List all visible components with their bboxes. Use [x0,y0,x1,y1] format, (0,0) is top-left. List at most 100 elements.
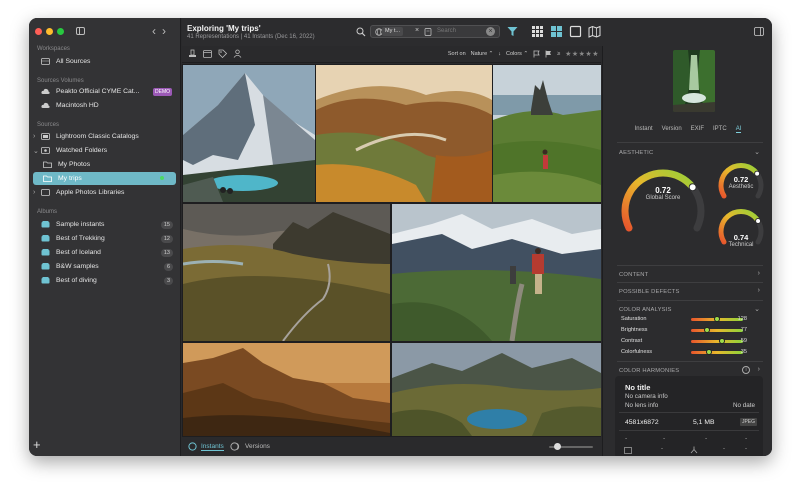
lens-info: No lens info [625,402,659,409]
album-item[interactable]: B&W samples 6 [33,260,176,273]
nav-arrows: ‹› [152,24,172,38]
chevron-right-icon[interactable]: › [33,189,41,196]
sources-volumes-header: Sources Volumes [37,78,84,84]
chevron-right-icon[interactable]: › [758,366,760,373]
tab-versions[interactable]: Versions [245,443,270,450]
search-field[interactable]: My t... × Search × [370,25,500,38]
sidebar-item-lightroom[interactable]: › Lightroom Classic Catalogs [33,130,176,143]
tab-version[interactable]: Version [662,126,682,133]
single-view-icon[interactable] [569,25,582,38]
album-icon [41,277,50,284]
filter-funnel-icon[interactable] [507,26,518,37]
flag-filled-icon[interactable] [545,50,552,58]
zoom-slider-knob[interactable] [554,443,562,450]
color-analysis-label: Colorfulness [621,349,653,355]
sort-dropdown[interactable]: Nature ⌃ [471,51,494,57]
crop-icon[interactable] [624,447,632,454]
map-view-icon[interactable] [588,25,601,38]
grid-small-view-icon[interactable] [531,25,544,38]
defects-section-header[interactable]: POSSIBLE DEFECTS [619,289,680,295]
chevron-right-icon[interactable]: › [758,287,760,294]
tab-exif[interactable]: EXIF [691,126,704,133]
clear-search-icon[interactable]: × [486,27,495,36]
album-item[interactable]: Sample instants 15 [33,218,176,231]
chevron-down-icon[interactable]: ⌄ [33,147,41,155]
color-analysis-marker [714,316,720,322]
rating-comparator[interactable]: ≥ [557,51,560,57]
forward-chevron-icon[interactable]: › [162,24,172,38]
photo-thumbnail[interactable] [183,65,315,202]
aesthetic-section-header[interactable]: AESTHETIC [619,150,653,156]
chevron-right-icon[interactable]: › [758,270,760,277]
album-item[interactable]: Best of Iceland 13 [33,246,176,259]
content-section-header[interactable]: CONTENT [619,272,648,278]
zoom-slider[interactable] [549,443,593,450]
close-window-button[interactable] [35,28,42,35]
clear-scope-icon[interactable]: × [415,27,419,34]
colors-dropdown[interactable]: Colors ⌃ [506,51,528,57]
tab-instants[interactable]: Instants [201,443,224,451]
search-input[interactable]: Search [437,28,456,34]
sidebar-item-my-photos[interactable]: My Photos [43,158,176,171]
calendar-icon[interactable] [203,49,212,58]
album-item[interactable]: Best of Trekking 12 [33,232,176,245]
sidebar-item-apple-photos[interactable]: › Apple Photos Libraries [33,186,176,199]
flag-icon[interactable] [533,50,540,58]
sidebar-item-all-sources[interactable]: All Sources [33,55,176,68]
chevron-right-icon[interactable]: › [33,133,41,140]
sidebar-item-my-trips[interactable]: My trips [33,172,176,185]
photo-info-card: No title No camera info No lens info No … [615,376,763,456]
sort-direction-icon[interactable]: ↓ [498,51,501,57]
photo-thumbnail[interactable] [392,343,601,436]
minimize-window-button[interactable] [46,28,53,35]
inspector-toggle-icon[interactable] [754,27,764,36]
add-button[interactable]: + [33,437,41,452]
meta-placeholder-icon: - [661,446,663,452]
photo-thumbnail[interactable] [493,65,601,202]
color-analysis-value: 59 [740,338,747,344]
color-analysis-row: Saturation 128 [621,315,765,324]
folder-icon [43,175,52,182]
search-icon[interactable] [356,27,366,37]
album-item[interactable]: Best of diving 3 [33,274,176,287]
meta-placeholder-icon: - [723,446,725,452]
sidebar-item-watched-folders[interactable]: ⌄ Watched Folders [33,144,176,157]
color-harmonies-section-header[interactable]: COLOR HARMONIES [619,368,679,374]
photo-thumbnail[interactable] [183,343,390,436]
sidebar-item-macintosh-hd[interactable]: Macintosh HD [33,99,176,112]
sidebar-item-label: Lightroom Classic Catalogs [56,133,139,140]
back-chevron-icon[interactable]: ‹ [152,24,162,38]
search-scope-chip[interactable]: My t... [382,27,403,36]
stamp-icon[interactable] [188,49,197,58]
tab-instant[interactable]: Instant [635,126,653,133]
format-badge: JPEG [739,418,757,426]
colors-label: Colors [506,51,522,57]
photo-thumbnail[interactable] [316,65,492,202]
info-icon[interactable]: i [742,366,750,374]
instants-radio-icon[interactable] [188,442,197,451]
tag-icon[interactable] [218,49,227,58]
album-icon [41,235,50,242]
sidebar-toggle-icon[interactable] [76,27,85,35]
photo-thumbnail[interactable] [392,204,601,341]
zoom-window-button[interactable] [57,28,64,35]
chevron-down-icon[interactable]: ⌄ [754,148,760,156]
rating-filter-stars[interactable]: ★★★★★ [565,50,599,58]
person-icon[interactable] [233,49,242,58]
photo-thumbnail[interactable] [183,204,390,341]
album-count: 15 [160,220,173,229]
album-label: Best of Trekking [56,235,105,242]
tab-ai[interactable]: AI [735,126,742,133]
albums-header: Albums [37,209,58,215]
chevron-down-icon[interactable]: ⌄ [754,305,760,313]
filter-sheet-icon [424,28,432,36]
dimensions: 4581x6872 [625,419,659,426]
color-analysis-section-header[interactable]: COLOR ANALYSIS [619,307,672,313]
technical-readout: 0.74 Technical [716,233,766,248]
grid-large-view-icon[interactable] [550,25,563,38]
tab-iptc[interactable]: IPTC [713,126,727,133]
sidebar: Workspaces All Sources Sources Volumes P… [29,18,181,456]
sidebar-item-peakto-volume[interactable]: Peakto Official CYME Cat... DEMO [33,85,176,98]
versions-radio-icon[interactable] [230,442,241,451]
selected-photo-preview[interactable] [673,50,715,112]
